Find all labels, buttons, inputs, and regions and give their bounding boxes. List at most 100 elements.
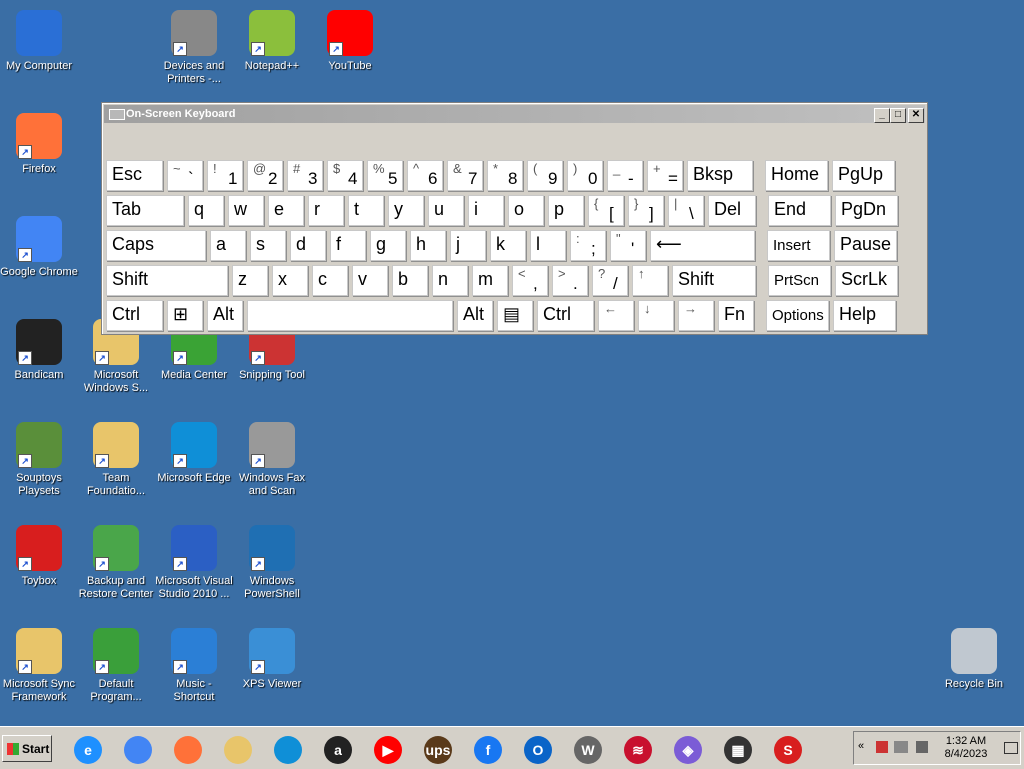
key-3[interactable]: #3	[287, 160, 323, 191]
key-2[interactable]: @2	[247, 160, 283, 191]
key-options[interactable]: Options	[766, 300, 829, 331]
key-i[interactable]: i	[468, 195, 504, 226]
close-button[interactable]: ✕	[908, 108, 924, 123]
osk-title-bar[interactable]: On-Screen Keyboard _ □ ✕	[104, 105, 925, 123]
desktop-icon-recycle-bin[interactable]: Recycle Bin	[935, 628, 1013, 691]
key-insert[interactable]: Insert	[767, 230, 830, 261]
taskbar-internet-explorer[interactable]: e	[70, 732, 106, 766]
key-pause[interactable]: Pause	[834, 230, 897, 261]
clock[interactable]: 1:32 AM 8/4/2023	[942, 735, 990, 761]
key-l[interactable]: l	[530, 230, 566, 261]
key-esc[interactable]: Esc	[106, 160, 163, 191]
desktop-icon-powershell[interactable]: ↗ Windows PowerShell	[233, 525, 311, 601]
key-m[interactable]: m	[472, 265, 508, 296]
taskbar-edge[interactable]	[270, 732, 306, 766]
key-alt[interactable]: Alt	[457, 300, 493, 331]
taskbar-copilot[interactable]: ◈	[670, 732, 706, 766]
desktop-icon-backup[interactable]: ↗ Backup and Restore Center	[77, 525, 155, 601]
key-symbol[interactable]: }]	[628, 195, 664, 226]
desktop-icon-notepad-plus[interactable]: ↗ Notepad++	[233, 10, 311, 73]
desktop-icon-music[interactable]: ↗ Music - Shortcut	[155, 628, 233, 704]
key-c[interactable]: c	[312, 265, 348, 296]
key-r[interactable]: r	[308, 195, 344, 226]
key-9[interactable]: (9	[527, 160, 563, 191]
desktop-icon-xps-viewer[interactable]: ↗ XPS Viewer	[233, 628, 311, 691]
key-symbol[interactable]: ↓	[638, 300, 674, 331]
start-button[interactable]: Start	[2, 735, 52, 762]
key-symbol[interactable]: >.	[552, 265, 588, 296]
key-pgdn[interactable]: PgDn	[835, 195, 898, 226]
maximize-button[interactable]: □	[890, 108, 906, 123]
key-symbol[interactable]: ~ `	[167, 160, 203, 191]
taskbar-store[interactable]: ▦	[720, 732, 756, 766]
key-symbol[interactable]: ⊞	[167, 300, 203, 331]
desktop-icon-edge[interactable]: ↗ Microsoft Edge	[155, 422, 233, 485]
key-6[interactable]: ^ 6	[407, 160, 443, 191]
taskbar-facebook[interactable]: f	[470, 732, 506, 766]
network-icon[interactable]	[894, 741, 908, 753]
key-w[interactable]: w	[228, 195, 264, 226]
key-symbol[interactable]: :;	[570, 230, 606, 261]
desktop-icon-firefox[interactable]: ↗ Firefox	[0, 113, 78, 176]
key-5[interactable]: % 5	[367, 160, 403, 191]
key-ctrl[interactable]: Ctrl	[106, 300, 163, 331]
key-k[interactable]: k	[490, 230, 526, 261]
key-pgup[interactable]: PgUp	[832, 160, 895, 191]
key-fn[interactable]: Fn	[718, 300, 754, 331]
desktop-icon-bandicam[interactable]: ↗ Bandicam	[0, 319, 78, 382]
desktop-icon-fax[interactable]: ↗ Windows Fax and Scan	[233, 422, 311, 498]
key-v[interactable]: v	[352, 265, 388, 296]
key-t[interactable]: t	[348, 195, 384, 226]
taskbar-ups[interactable]: ups	[420, 732, 456, 766]
key-symbol[interactable]: " '	[610, 230, 646, 261]
desktop-icon-youtube[interactable]: ↗ YouTube	[311, 10, 389, 73]
key-symbol[interactable]: ←	[598, 300, 634, 331]
key-1[interactable]: ! 1	[207, 160, 243, 191]
key-e[interactable]: e	[268, 195, 304, 226]
key-d[interactable]: d	[290, 230, 326, 261]
minimize-button[interactable]: _	[874, 108, 890, 123]
desktop-icon-souptoys[interactable]: ↗ Souptoys Playsets	[0, 422, 78, 498]
desktop-icon-chrome[interactable]: ↗ Google Chrome	[0, 216, 78, 279]
key-end[interactable]: End	[768, 195, 831, 226]
key-help[interactable]: Help	[833, 300, 896, 331]
key-tab[interactable]: Tab	[106, 195, 184, 226]
key-b[interactable]: b	[392, 265, 428, 296]
show-hidden-icons-icon[interactable]: «	[858, 740, 864, 752]
taskbar-wikipedia[interactable]: W	[570, 732, 606, 766]
key-home[interactable]: Home	[765, 160, 828, 191]
taskbar-toybox[interactable]: S	[770, 732, 806, 766]
key-j[interactable]: j	[450, 230, 486, 261]
key-s[interactable]: s	[250, 230, 286, 261]
key-z[interactable]: z	[232, 265, 268, 296]
key-bksp[interactable]: Bksp	[687, 160, 753, 191]
taskbar-amazon[interactable]: a	[320, 732, 356, 766]
desktop-icon-default-programs[interactable]: ↗ Default Program...	[77, 628, 155, 704]
key-p[interactable]: p	[548, 195, 584, 226]
taskbar-explorer[interactable]	[220, 732, 256, 766]
key-symbol[interactable]: _ -	[607, 160, 643, 191]
key-symbol[interactable]: <,	[512, 265, 548, 296]
key-symbol[interactable]: | \	[668, 195, 704, 226]
key-f[interactable]: f	[330, 230, 366, 261]
key-n[interactable]: n	[432, 265, 468, 296]
desktop-icon-help[interactable]: ↗ Microsoft Visual Studio 2010 ...	[155, 525, 233, 601]
desktop-icon-computer[interactable]: My Computer	[0, 10, 78, 73]
key-symbol[interactable]: →	[678, 300, 714, 331]
key-a[interactable]: a	[210, 230, 246, 261]
taskbar-chrome[interactable]	[120, 732, 156, 766]
show-desktop-icon[interactable]	[1004, 742, 1018, 754]
security-flag-icon[interactable]	[876, 741, 888, 753]
desktop-icon-sync-framework[interactable]: ↗ Microsoft Sync Framework	[0, 628, 78, 704]
key-symbol[interactable]: ▤	[497, 300, 533, 331]
key-prtscn[interactable]: PrtScn	[768, 265, 831, 296]
key-h[interactable]: h	[410, 230, 446, 261]
key-caps[interactable]: Caps	[106, 230, 206, 261]
key-x[interactable]: x	[272, 265, 308, 296]
key-symbol[interactable]: {[	[588, 195, 624, 226]
taskbar-outlook[interactable]: O	[520, 732, 556, 766]
key-shift[interactable]: Shift	[106, 265, 228, 296]
key-4[interactable]: $4	[327, 160, 363, 191]
key-q[interactable]: q	[188, 195, 224, 226]
key-symbol[interactable]: ↑	[632, 265, 668, 296]
